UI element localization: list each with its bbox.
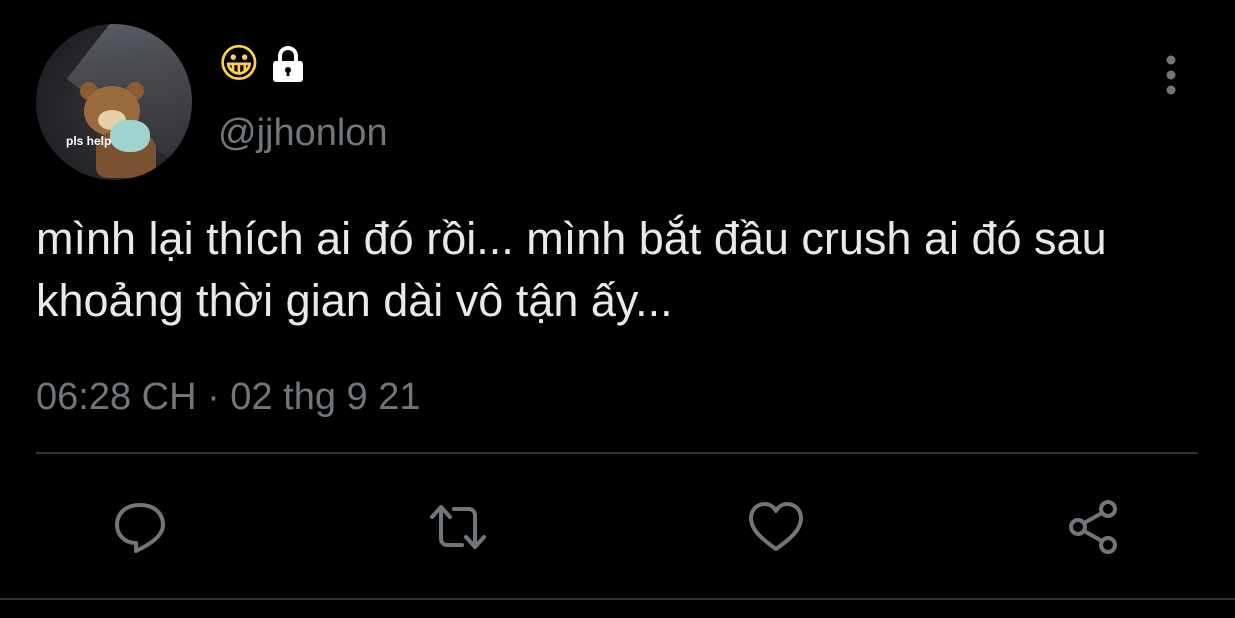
reply-button[interactable] — [108, 495, 172, 559]
tweet-text: mình lại thích ai đó rồi... mình bắt đầu… — [36, 213, 1107, 326]
more-vertical-icon[interactable] — [1160, 54, 1182, 96]
display-name-emoji: 😀 — [218, 41, 260, 87]
lock-icon — [272, 46, 303, 82]
avatar-caption: pls help — [66, 134, 112, 148]
like-button[interactable] — [744, 495, 808, 559]
divider — [36, 452, 1198, 454]
display-name[interactable]: 😀 — [218, 42, 308, 86]
divider-bottom — [0, 598, 1235, 600]
heart-icon — [749, 502, 803, 551]
share-icon — [1069, 500, 1117, 554]
share-button[interactable] — [1062, 495, 1126, 559]
reply-icon — [115, 503, 165, 553]
user-handle[interactable]: @jjhonlon — [218, 110, 388, 156]
retweet-icon — [430, 505, 486, 549]
retweet-button[interactable] — [426, 495, 490, 559]
tweet-timestamp[interactable]: 06:28 CH · 02 thg 9 21 — [36, 372, 420, 422]
avatar[interactable]: pls help — [36, 24, 192, 180]
